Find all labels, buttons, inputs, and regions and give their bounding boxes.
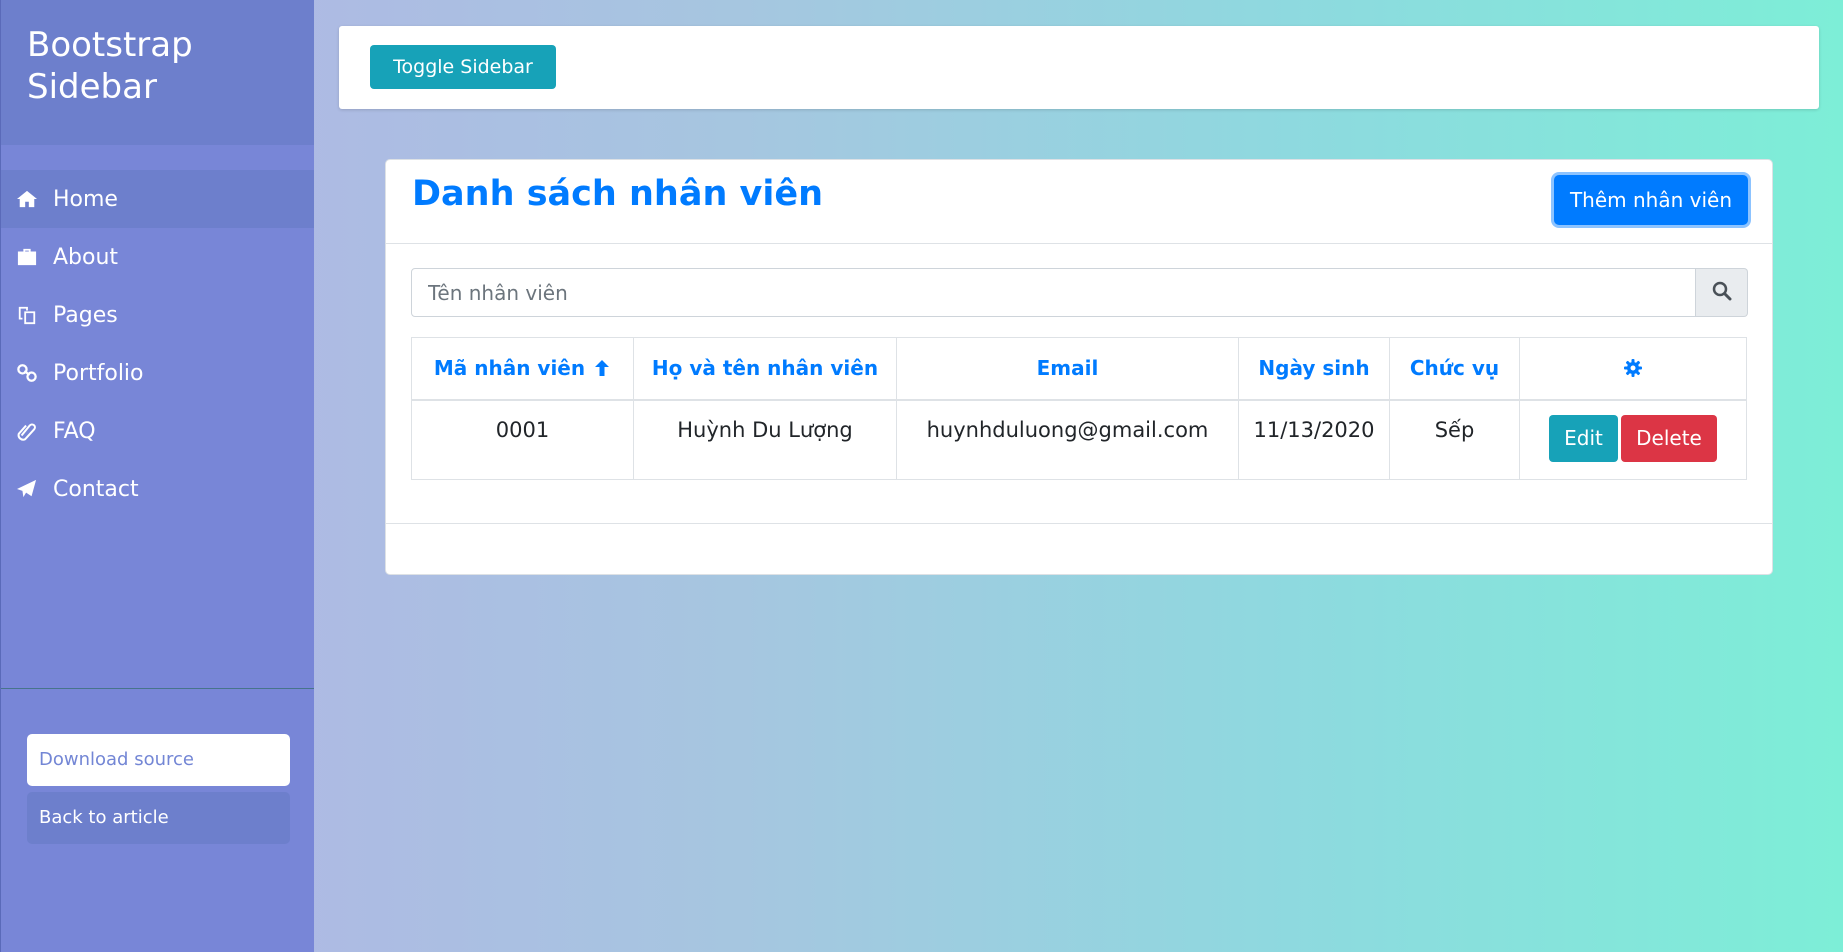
sidebar-title-line1: Bootstrap xyxy=(27,25,193,65)
sidebar-item-faq[interactable]: FAQ xyxy=(1,402,314,460)
edit-button[interactable]: Edit xyxy=(1549,414,1618,462)
search-button[interactable] xyxy=(1696,268,1748,317)
search-bar xyxy=(411,268,1748,317)
sidebar-menu: Home About Pages Portfolio FAQ Contact xyxy=(1,145,314,689)
topbar: Toggle Sidebar xyxy=(339,26,1819,109)
sidebar-item-label: Home xyxy=(53,186,118,212)
sidebar-item-label: Portfolio xyxy=(53,360,144,386)
search-input[interactable] xyxy=(411,268,1696,317)
paperclip-icon xyxy=(15,420,39,442)
cell-dob: 11/13/2020 xyxy=(1238,399,1390,480)
column-header-dob[interactable]: Ngày sinh xyxy=(1238,337,1390,401)
table-header-row: Mã nhân viên Họ và tên nhân viên Email N… xyxy=(411,337,1747,401)
sidebar-item-label: FAQ xyxy=(53,418,96,444)
cell-email: huynhduluong@gmail.com xyxy=(896,399,1239,480)
download-source-button[interactable]: Download source xyxy=(27,734,290,786)
sidebar-item-label: About xyxy=(53,244,119,270)
sidebar-item-about[interactable]: About xyxy=(1,228,314,286)
card-footer xyxy=(386,523,1772,575)
copy-icon xyxy=(15,304,39,326)
paper-plane-icon xyxy=(15,478,39,500)
cell-actions: Edit Delete xyxy=(1519,399,1747,480)
table-row: 0001 Huỳnh Du Lượng huynhduluong@gmail.c… xyxy=(411,399,1747,480)
arrow-up-icon xyxy=(585,356,611,380)
sidebar-title: Bootstrap Sidebar xyxy=(27,24,288,108)
add-employee-button[interactable]: Thêm nhân viên xyxy=(1554,175,1748,225)
search-icon xyxy=(1712,281,1732,305)
sidebar-item-label: Pages xyxy=(53,302,118,328)
employee-table: Mã nhân viên Họ và tên nhân viên Email N… xyxy=(411,337,1747,480)
column-header-id[interactable]: Mã nhân viên xyxy=(411,337,634,401)
column-header-email[interactable]: Email xyxy=(896,337,1239,401)
gear-icon xyxy=(1623,356,1643,380)
sidebar-item-contact[interactable]: Contact xyxy=(1,460,314,518)
toggle-sidebar-button[interactable]: Toggle Sidebar xyxy=(370,45,556,89)
home-icon xyxy=(15,188,39,210)
delete-button[interactable]: Delete xyxy=(1621,414,1717,462)
cell-role: Sếp xyxy=(1389,399,1520,480)
column-header-name[interactable]: Họ và tên nhân viên xyxy=(633,337,897,401)
sidebar-item-home[interactable]: Home xyxy=(1,170,314,228)
cell-id: 0001 xyxy=(411,399,634,480)
sidebar-item-label: Contact xyxy=(53,476,139,502)
column-header-role[interactable]: Chức vụ xyxy=(1389,337,1520,401)
back-to-article-button[interactable]: Back to article xyxy=(27,792,290,844)
employee-card: Danh sách nhân viên Thêm nhân viên Mã nh… xyxy=(385,159,1773,575)
sidebar: Bootstrap Sidebar Home About Pages Portf… xyxy=(0,0,314,952)
sidebar-title-line2: Sidebar xyxy=(27,67,157,107)
link-icon xyxy=(15,362,39,384)
sidebar-item-portfolio[interactable]: Portfolio xyxy=(1,344,314,402)
sidebar-links: Download source Back to article xyxy=(1,689,314,844)
card-header: Danh sách nhân viên Thêm nhân viên xyxy=(386,160,1772,244)
page-title: Danh sách nhân viên xyxy=(412,174,824,214)
sidebar-header: Bootstrap Sidebar xyxy=(1,0,314,145)
column-header-actions xyxy=(1519,337,1747,401)
sidebar-item-pages[interactable]: Pages xyxy=(1,286,314,344)
cell-name: Huỳnh Du Lượng xyxy=(633,399,897,480)
column-label: Mã nhân viên xyxy=(433,356,586,381)
briefcase-icon xyxy=(15,246,39,268)
